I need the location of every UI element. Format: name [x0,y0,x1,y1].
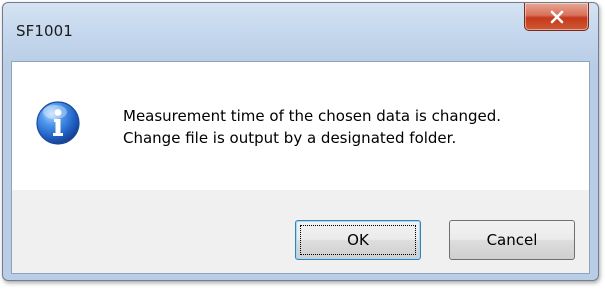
dialog-window: SF1001 Measurement time of the chosen da… [2,2,599,281]
message-line-2: Change file is output by a designated fo… [123,129,457,147]
title-bar[interactable]: SF1001 [3,3,598,61]
message-text: Measurement time of the chosen data is c… [123,105,501,149]
close-icon [550,10,564,24]
close-button[interactable] [524,3,589,31]
ok-button[interactable]: OK [295,220,421,260]
message-area: Measurement time of the chosen data is c… [12,62,589,190]
cancel-button-label: Cancel [486,231,538,249]
info-icon [36,101,80,145]
message-line-1: Measurement time of the chosen data is c… [123,107,502,125]
dialog-client-area: Measurement time of the chosen data is c… [11,61,590,274]
focus-ring [300,225,416,255]
cancel-button[interactable]: Cancel [449,220,575,260]
window-title: SF1001 [16,22,73,40]
